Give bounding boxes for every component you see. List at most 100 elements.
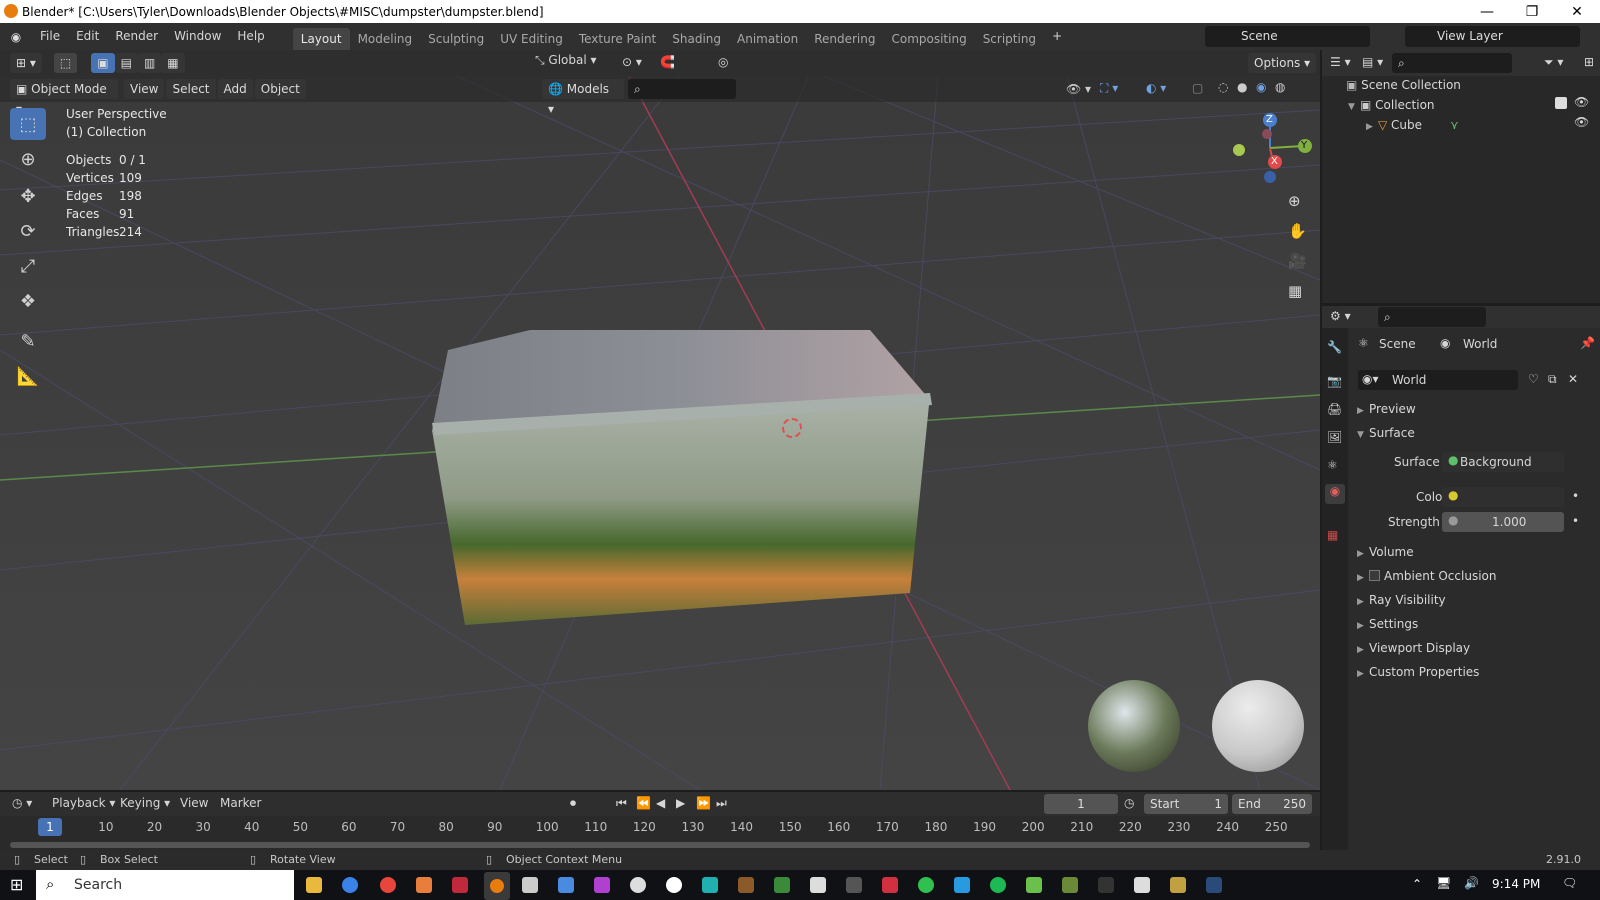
- 3d-viewport[interactable]: ⊞ ▾ ⬚ ▣ ▤ ▥ ▦ ⤡ Global ▾ ⊙ ▾ 🧲 ◎ Options…: [0, 50, 1320, 790]
- collection-dropdown[interactable]: 🌐 Models ▾: [542, 79, 624, 116]
- close-button[interactable]: ✕: [1554, 0, 1600, 23]
- tray-chevron-icon[interactable]: ⌃: [1412, 877, 1422, 891]
- app-icon-20[interactable]: [1170, 877, 1186, 893]
- outliner-search-input[interactable]: ⌕: [1392, 53, 1512, 73]
- panel-ray-visibility[interactable]: ▶ Ray Visibility: [1357, 593, 1446, 607]
- timeline-editor-icon[interactable]: ◷ ▾: [12, 796, 32, 810]
- play-icon[interactable]: ▶: [676, 796, 685, 810]
- app-icon-8[interactable]: [666, 877, 682, 893]
- panel-volume[interactable]: ▶ Volume: [1357, 545, 1414, 559]
- pivot-icon[interactable]: ⊙ ▾: [622, 55, 642, 69]
- menu-window[interactable]: Window: [166, 23, 229, 50]
- tab-uv-editing[interactable]: UV Editing: [492, 28, 571, 50]
- volume-icon[interactable]: 🔊: [1464, 876, 1479, 890]
- cursor-tool-icon[interactable]: ⊕: [10, 143, 46, 175]
- viewport-search-input[interactable]: ⌕: [628, 79, 736, 99]
- cube-visibility-eye-icon[interactable]: 👁: [1574, 115, 1589, 129]
- solid-shading-icon[interactable]: ●: [1237, 80, 1247, 94]
- end-frame-field[interactable]: End 250: [1232, 794, 1312, 814]
- 3d-cursor[interactable]: [782, 418, 802, 438]
- app-icon-5[interactable]: [558, 877, 574, 893]
- record-keyframe-icon[interactable]: ⏺: [570, 796, 576, 811]
- start-frame-field[interactable]: Start 1: [1144, 794, 1228, 814]
- camera-icon[interactable]: 🎥: [1288, 252, 1307, 270]
- panel-custom-properties[interactable]: ▶ Custom Properties: [1357, 665, 1479, 679]
- scale-tool-icon[interactable]: ⤢: [10, 250, 46, 282]
- tab-shading[interactable]: Shading: [664, 28, 729, 50]
- select-mode-icon[interactable]: ⬚: [53, 53, 78, 73]
- windows-start-icon[interactable]: ⊞: [10, 875, 23, 894]
- visibility-icon[interactable]: 👁 ▾: [1066, 82, 1091, 96]
- app-icon-13[interactable]: [846, 877, 862, 893]
- proportional-edit-icon[interactable]: ◎: [718, 55, 728, 69]
- panel-preview[interactable]: ▶ Preview: [1357, 402, 1416, 416]
- tab-scripting[interactable]: Scripting: [975, 28, 1044, 50]
- world-selector[interactable]: ◉▾ World: [1358, 370, 1518, 390]
- properties-editor-icon[interactable]: ⚙ ▾: [1330, 309, 1351, 323]
- app-icon-9[interactable]: [702, 877, 718, 893]
- transform-tool-icon[interactable]: ❖: [10, 285, 46, 317]
- wireframe-shading-icon[interactable]: ◌: [1218, 80, 1228, 94]
- dumpster-mesh[interactable]: [420, 275, 960, 645]
- app-icon-1[interactable]: [342, 877, 358, 893]
- fake-user-icon[interactable]: ♡: [1528, 372, 1539, 386]
- select-box-tool-icon[interactable]: ⬚: [10, 108, 46, 140]
- panel-surface[interactable]: ▼ Surface: [1357, 426, 1415, 440]
- panel-settings[interactable]: ▶ Settings: [1357, 617, 1418, 631]
- current-frame-marker[interactable]: 1: [38, 818, 62, 836]
- ambient-occlusion-checkbox[interactable]: [1369, 570, 1380, 581]
- pan-hand-icon[interactable]: ✋: [1288, 222, 1307, 240]
- blender-taskbar-icon[interactable]: [484, 872, 510, 900]
- duplicate-world-icon[interactable]: ⧉: [1548, 372, 1557, 387]
- panel-viewport-display[interactable]: ▶ Viewport Display: [1357, 641, 1470, 655]
- gizmo-toggle-icon[interactable]: ⛶ ▾: [1100, 81, 1118, 96]
- color-field[interactable]: ●: [1442, 487, 1564, 507]
- taskbar-search-box[interactable]: ⌕ Search: [36, 870, 294, 900]
- preview-range-icon[interactable]: ◷: [1124, 796, 1134, 810]
- move-tool-icon[interactable]: ✥: [10, 180, 46, 212]
- taskbar-clock[interactable]: 9:14 PM: [1492, 877, 1540, 891]
- box-select-mode-icon[interactable]: ▣: [91, 53, 115, 73]
- outliner-collection[interactable]: ▼ ▣ Collection: [1348, 98, 1435, 112]
- collection-visibility-eye-icon[interactable]: 👁: [1574, 95, 1589, 109]
- texture-tab-icon[interactable]: ▦: [1327, 528, 1338, 542]
- scene-selector[interactable]: Scene: [1205, 26, 1370, 47]
- menu-view[interactable]: View: [124, 79, 165, 99]
- minimize-button[interactable]: —: [1464, 0, 1510, 23]
- display-mode-icon[interactable]: ▤ ▾: [1362, 55, 1383, 69]
- collection-exclude-checkbox[interactable]: [1555, 97, 1567, 109]
- tab-compositing[interactable]: Compositing: [883, 28, 974, 50]
- minecraft-icon[interactable]: [1062, 877, 1078, 893]
- perspective-toggle-icon[interactable]: ▦: [1288, 282, 1302, 300]
- app-icon-15[interactable]: [918, 877, 934, 893]
- app-icon-7[interactable]: [630, 877, 646, 893]
- app-icon-3[interactable]: [452, 877, 468, 893]
- app-icon-10[interactable]: [738, 877, 754, 893]
- outliner-cube[interactable]: ▶ ▽ Cube ⋎: [1366, 118, 1459, 132]
- next-keyframe-icon[interactable]: ⏩: [696, 796, 711, 810]
- xray-icon[interactable]: ▢: [1192, 81, 1203, 95]
- snap-icon[interactable]: 🧲: [660, 55, 675, 69]
- app-icon-2[interactable]: [416, 877, 432, 893]
- playback-menu[interactable]: Playback ▾: [52, 796, 115, 810]
- unlink-world-icon[interactable]: ✕: [1568, 372, 1578, 386]
- outliner-scene-collection[interactable]: ▣ Scene Collection: [1346, 78, 1461, 92]
- material-shading-icon[interactable]: ◉: [1256, 80, 1266, 94]
- tab-modeling[interactable]: Modeling: [350, 28, 421, 50]
- transform-orientation-dropdown[interactable]: ⤡ Global ▾: [535, 53, 615, 73]
- world-tab-icon[interactable]: ◉: [1325, 484, 1345, 504]
- marker-menu[interactable]: Marker: [220, 796, 261, 810]
- filter-icon[interactable]: ⏷ ▾: [1544, 55, 1563, 70]
- menu-render[interactable]: Render: [107, 23, 166, 50]
- app-icon-14[interactable]: [882, 877, 898, 893]
- tab-sculpting[interactable]: Sculpting: [420, 28, 492, 50]
- rotate-tool-icon[interactable]: ⟳: [10, 215, 46, 247]
- options-dropdown[interactable]: Options ▾: [1248, 53, 1317, 73]
- play-reverse-icon[interactable]: ◀: [656, 796, 665, 810]
- object-mode-dropdown[interactable]: ▣ Object Mode ▾: [10, 79, 118, 116]
- steam-icon[interactable]: [1206, 877, 1222, 893]
- network-icon[interactable]: 🖥: [1436, 876, 1451, 890]
- prev-keyframe-icon[interactable]: ⏪: [636, 796, 651, 810]
- tab-texture-paint[interactable]: Texture Paint: [571, 28, 664, 50]
- menu-help[interactable]: Help: [229, 23, 272, 50]
